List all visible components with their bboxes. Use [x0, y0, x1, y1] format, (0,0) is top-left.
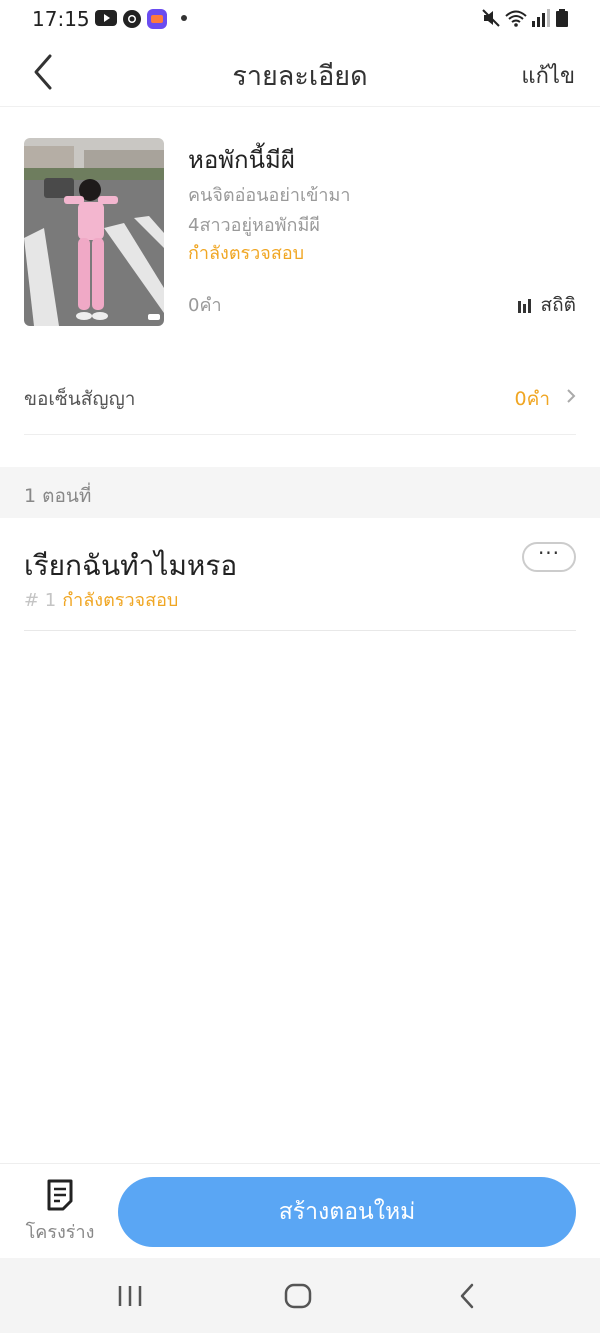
dot-icon — [181, 15, 187, 21]
app-icon — [147, 9, 167, 29]
chapter-number-line: # 1 กำลังตรวจสอบ — [24, 585, 178, 614]
contract-value: 0คำ — [514, 388, 550, 410]
mute-icon — [482, 9, 500, 27]
edit-button[interactable]: แก้ไข — [521, 58, 575, 93]
chevron-right-icon — [567, 389, 576, 403]
book-title: หอพักนี้มีผี — [188, 146, 295, 174]
book-cover[interactable] — [24, 138, 164, 326]
chapter-title: เรียกฉันทำไมหรอ — [24, 549, 238, 582]
create-chapter-button[interactable]: สร้างตอนใหม่ — [118, 1177, 576, 1247]
system-nav-bar — [0, 1258, 600, 1333]
page-title: รายละเอียด — [232, 61, 368, 92]
cover-image — [24, 138, 164, 326]
status-bar: 17:15 — [0, 0, 600, 38]
book-tagline: 4สาวอยู่หอพักมีผี — [188, 215, 320, 236]
more-options-button[interactable]: ··· — [522, 542, 576, 572]
chapters-header: 1 ตอนที่ — [0, 467, 600, 518]
draft-label: โครงร่าง — [25, 1222, 95, 1243]
stats-label: สถิติ — [540, 294, 576, 316]
signal-icon — [532, 9, 550, 27]
bottom-bar: โครงร่าง สร้างตอนใหม่ — [0, 1163, 600, 1259]
chrome-icon — [123, 10, 141, 28]
bar-chart-icon — [517, 299, 531, 313]
draft-button[interactable]: โครงร่าง — [22, 1179, 98, 1246]
wifi-icon — [505, 10, 527, 27]
chapter-number: # 1 — [24, 590, 57, 611]
chapters-count: 1 ตอนที่ — [24, 485, 92, 507]
recents-icon[interactable] — [70, 1258, 190, 1333]
youtube-icon — [95, 10, 117, 26]
battery-icon — [556, 9, 568, 27]
stats-button[interactable]: สถิติ — [517, 290, 576, 320]
home-icon[interactable] — [238, 1258, 358, 1333]
contract-label: ขอเซ็นสัญญา — [24, 388, 136, 410]
chapter-status: กำลังตรวจสอบ — [62, 590, 179, 611]
status-time: 17:15 — [32, 7, 90, 31]
document-icon — [47, 1179, 73, 1211]
book-word-count: 0คำ — [188, 295, 222, 316]
book-info: หอพักนี้มีผี คนจิตอ่อนอย่าเข้ามา 4สาวอยู… — [24, 138, 576, 326]
back-nav-icon[interactable] — [406, 1258, 526, 1333]
chapter-item[interactable]: เรียกฉันทำไมหรอ # 1 กำลังตรวจสอบ ··· — [24, 538, 576, 631]
book-subtitle: คนจิตอ่อนอย่าเข้ามา — [188, 185, 351, 206]
app-header: รายละเอียด แก้ไข — [0, 38, 600, 107]
book-status: กำลังตรวจสอบ — [188, 243, 305, 264]
contract-row[interactable]: ขอเซ็นสัญญา 0คำ — [24, 362, 576, 435]
